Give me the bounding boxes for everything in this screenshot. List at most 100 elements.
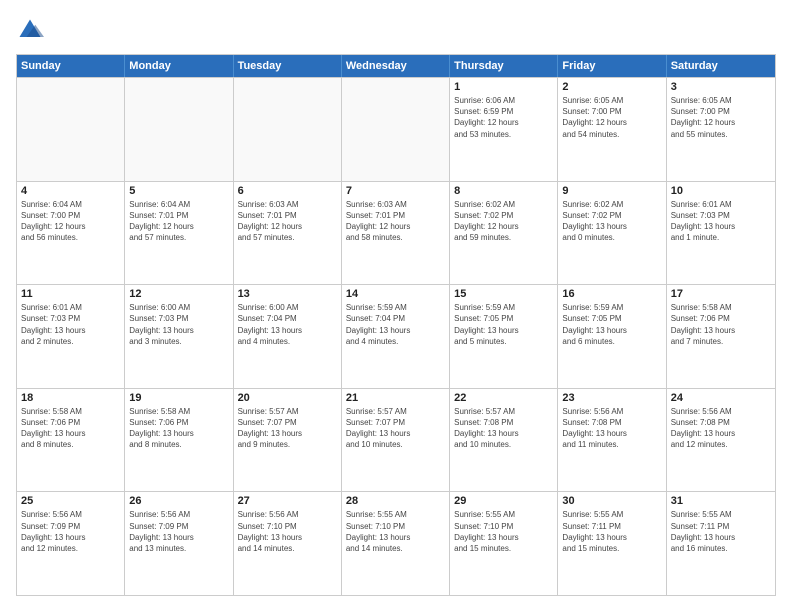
- day-cell-28: 28 Sunrise: 5:55 AM Sunset: 7:10 PM Dayli…: [342, 492, 450, 595]
- day-info: Sunrise: 6:00 AM Sunset: 7:04 PM Dayligh…: [238, 302, 337, 347]
- empty-cell-0-1: [125, 78, 233, 181]
- day-info: Sunrise: 5:55 AM Sunset: 7:10 PM Dayligh…: [346, 509, 445, 554]
- day-cell-30: 30 Sunrise: 5:55 AM Sunset: 7:11 PM Dayli…: [558, 492, 666, 595]
- day-number: 28: [346, 495, 445, 507]
- day-info: Sunrise: 5:59 AM Sunset: 7:05 PM Dayligh…: [454, 302, 553, 347]
- empty-cell-0-3: [342, 78, 450, 181]
- day-cell-5: 5 Sunrise: 6:04 AM Sunset: 7:01 PM Daylig…: [125, 182, 233, 285]
- day-number: 1: [454, 81, 553, 93]
- weekday-header-wednesday: Wednesday: [342, 55, 450, 77]
- calendar: SundayMondayTuesdayWednesdayThursdayFrid…: [16, 54, 776, 596]
- day-cell-1: 1 Sunrise: 6:06 AM Sunset: 6:59 PM Daylig…: [450, 78, 558, 181]
- day-cell-8: 8 Sunrise: 6:02 AM Sunset: 7:02 PM Daylig…: [450, 182, 558, 285]
- day-number: 6: [238, 185, 337, 197]
- weekday-header-sunday: Sunday: [17, 55, 125, 77]
- day-number: 30: [562, 495, 661, 507]
- day-cell-15: 15 Sunrise: 5:59 AM Sunset: 7:05 PM Dayli…: [450, 285, 558, 388]
- day-info: Sunrise: 5:59 AM Sunset: 7:04 PM Dayligh…: [346, 302, 445, 347]
- day-number: 20: [238, 392, 337, 404]
- calendar-row-0: 1 Sunrise: 6:06 AM Sunset: 6:59 PM Daylig…: [17, 77, 775, 181]
- day-number: 10: [671, 185, 771, 197]
- day-cell-13: 13 Sunrise: 6:00 AM Sunset: 7:04 PM Dayli…: [234, 285, 342, 388]
- day-info: Sunrise: 6:03 AM Sunset: 7:01 PM Dayligh…: [238, 199, 337, 244]
- day-number: 11: [21, 288, 120, 300]
- day-info: Sunrise: 6:05 AM Sunset: 7:00 PM Dayligh…: [671, 95, 771, 140]
- weekday-header-monday: Monday: [125, 55, 233, 77]
- weekday-header-tuesday: Tuesday: [234, 55, 342, 77]
- day-info: Sunrise: 5:58 AM Sunset: 7:06 PM Dayligh…: [671, 302, 771, 347]
- day-number: 23: [562, 392, 661, 404]
- day-cell-22: 22Sunrise: 5:57 AM Sunset: 7:08 PM Dayli…: [450, 389, 558, 492]
- day-cell-21: 21 Sunrise: 5:57 AM Sunset: 7:07 PM Dayli…: [342, 389, 450, 492]
- day-cell-23: 23 Sunrise: 5:56 AM Sunset: 7:08 PM Dayli…: [558, 389, 666, 492]
- day-info: Sunrise: 6:01 AM Sunset: 7:03 PM Dayligh…: [21, 302, 120, 347]
- day-number: 18: [21, 392, 120, 404]
- day-info: Sunrise: 5:56 AM Sunset: 7:10 PM Dayligh…: [238, 509, 337, 554]
- day-cell-12: 12 Sunrise: 6:00 AM Sunset: 7:03 PM Dayli…: [125, 285, 233, 388]
- day-info: Sunrise: 6:04 AM Sunset: 7:01 PM Dayligh…: [129, 199, 228, 244]
- day-cell-29: 29Sunrise: 5:55 AM Sunset: 7:10 PM Dayli…: [450, 492, 558, 595]
- page: SundayMondayTuesdayWednesdayThursdayFrid…: [0, 0, 792, 612]
- day-number: 12: [129, 288, 228, 300]
- day-number: 2: [562, 81, 661, 93]
- day-info: Sunrise: 6:04 AM Sunset: 7:00 PM Dayligh…: [21, 199, 120, 244]
- day-info: Sunrise: 5:56 AM Sunset: 7:08 PM Dayligh…: [562, 406, 661, 451]
- day-info: Sunrise: 5:59 AM Sunset: 7:05 PM Dayligh…: [562, 302, 661, 347]
- day-info: Sunrise: 6:06 AM Sunset: 6:59 PM Dayligh…: [454, 95, 553, 140]
- day-cell-17: 17 Sunrise: 5:58 AM Sunset: 7:06 PM Dayli…: [667, 285, 775, 388]
- day-info: Sunrise: 5:56 AM Sunset: 7:08 PM Dayligh…: [671, 406, 771, 451]
- day-number: 24: [671, 392, 771, 404]
- day-cell-24: 24 Sunrise: 5:56 AM Sunset: 7:08 PM Dayli…: [667, 389, 775, 492]
- day-info: Sunrise: 5:55 AM Sunset: 7:11 PM Dayligh…: [562, 509, 661, 554]
- day-info: Sunrise: 6:00 AM Sunset: 7:03 PM Dayligh…: [129, 302, 228, 347]
- day-number: 31: [671, 495, 771, 507]
- day-cell-18: 18Sunrise: 5:58 AM Sunset: 7:06 PM Dayli…: [17, 389, 125, 492]
- day-cell-19: 19Sunrise: 5:58 AM Sunset: 7:06 PM Dayli…: [125, 389, 233, 492]
- day-info: Sunrise: 5:57 AM Sunset: 7:07 PM Dayligh…: [238, 406, 337, 451]
- day-number: 13: [238, 288, 337, 300]
- day-number: 4: [21, 185, 120, 197]
- day-number: 7: [346, 185, 445, 197]
- day-info: Sunrise: 6:02 AM Sunset: 7:02 PM Dayligh…: [454, 199, 553, 244]
- day-number: 26: [129, 495, 228, 507]
- day-number: 8: [454, 185, 553, 197]
- day-cell-20: 20 Sunrise: 5:57 AM Sunset: 7:07 PM Dayli…: [234, 389, 342, 492]
- day-number: 21: [346, 392, 445, 404]
- day-number: 27: [238, 495, 337, 507]
- weekday-header-friday: Friday: [558, 55, 666, 77]
- day-info: Sunrise: 6:01 AM Sunset: 7:03 PM Dayligh…: [671, 199, 771, 244]
- day-cell-31: 31 Sunrise: 5:55 AM Sunset: 7:11 PM Dayli…: [667, 492, 775, 595]
- day-cell-26: 26Sunrise: 5:56 AM Sunset: 7:09 PM Dayli…: [125, 492, 233, 595]
- day-number: 16: [562, 288, 661, 300]
- day-number: 22: [454, 392, 553, 404]
- day-cell-16: 16 Sunrise: 5:59 AM Sunset: 7:05 PM Dayli…: [558, 285, 666, 388]
- day-info: Sunrise: 6:05 AM Sunset: 7:00 PM Dayligh…: [562, 95, 661, 140]
- calendar-row-3: 18Sunrise: 5:58 AM Sunset: 7:06 PM Dayli…: [17, 388, 775, 492]
- calendar-body: 1 Sunrise: 6:06 AM Sunset: 6:59 PM Daylig…: [17, 77, 775, 595]
- day-cell-4: 4 Sunrise: 6:04 AM Sunset: 7:00 PM Daylig…: [17, 182, 125, 285]
- day-cell-7: 7 Sunrise: 6:03 AM Sunset: 7:01 PM Daylig…: [342, 182, 450, 285]
- day-cell-11: 11 Sunrise: 6:01 AM Sunset: 7:03 PM Dayli…: [17, 285, 125, 388]
- day-info: Sunrise: 5:57 AM Sunset: 7:07 PM Dayligh…: [346, 406, 445, 451]
- calendar-row-2: 11 Sunrise: 6:01 AM Sunset: 7:03 PM Dayli…: [17, 284, 775, 388]
- empty-cell-0-0: [17, 78, 125, 181]
- weekday-header-saturday: Saturday: [667, 55, 775, 77]
- header: [16, 16, 776, 44]
- day-cell-25: 25Sunrise: 5:56 AM Sunset: 7:09 PM Dayli…: [17, 492, 125, 595]
- day-info: Sunrise: 5:56 AM Sunset: 7:09 PM Dayligh…: [21, 509, 120, 554]
- day-cell-14: 14 Sunrise: 5:59 AM Sunset: 7:04 PM Dayli…: [342, 285, 450, 388]
- day-number: 5: [129, 185, 228, 197]
- day-number: 14: [346, 288, 445, 300]
- day-info: Sunrise: 6:02 AM Sunset: 7:02 PM Dayligh…: [562, 199, 661, 244]
- day-info: Sunrise: 6:03 AM Sunset: 7:01 PM Dayligh…: [346, 199, 445, 244]
- day-number: 9: [562, 185, 661, 197]
- day-number: 15: [454, 288, 553, 300]
- day-cell-3: 3Sunrise: 6:05 AM Sunset: 7:00 PM Daylig…: [667, 78, 775, 181]
- empty-cell-0-2: [234, 78, 342, 181]
- day-number: 17: [671, 288, 771, 300]
- day-info: Sunrise: 5:55 AM Sunset: 7:11 PM Dayligh…: [671, 509, 771, 554]
- calendar-row-4: 25Sunrise: 5:56 AM Sunset: 7:09 PM Dayli…: [17, 491, 775, 595]
- calendar-header: SundayMondayTuesdayWednesdayThursdayFrid…: [17, 55, 775, 77]
- logo: [16, 16, 48, 44]
- day-info: Sunrise: 5:55 AM Sunset: 7:10 PM Dayligh…: [454, 509, 553, 554]
